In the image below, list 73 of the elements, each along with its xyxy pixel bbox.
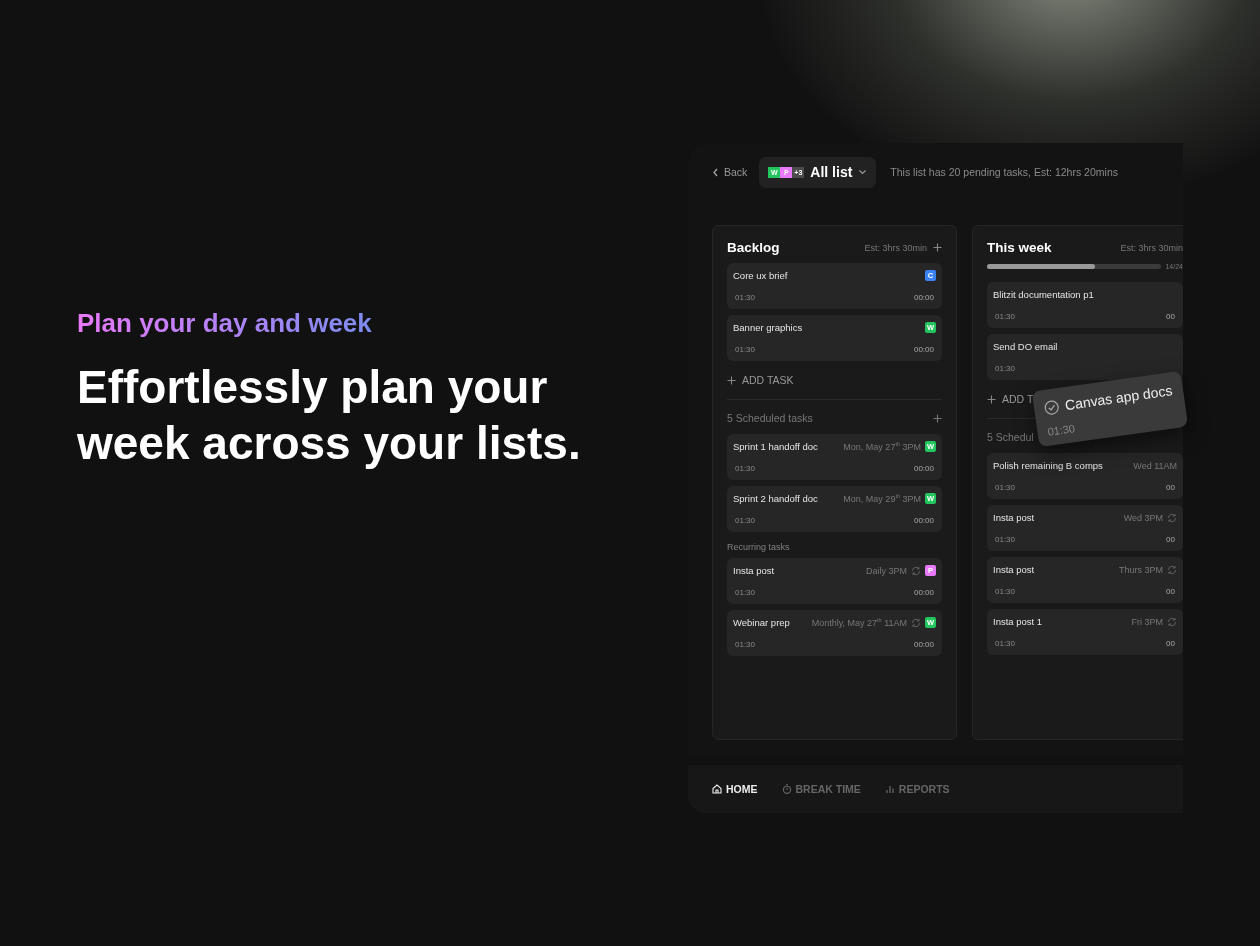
task-timer: 00:00 <box>913 464 934 473</box>
task-estimate: 01:30 <box>995 312 1016 321</box>
task-title: Sprint 2 handoff doc <box>733 493 819 504</box>
task-schedule: Daily 3PM <box>866 565 907 576</box>
task-title: Insta post <box>993 564 1036 575</box>
list-summary: This list has 20 pending tasks, Est: 12hrs 20mins <box>890 166 1118 178</box>
task-schedule: Wed 11AM <box>1133 460 1177 471</box>
column-title: Backlog <box>727 240 781 255</box>
add-task-button[interactable]: ADD T <box>987 392 1034 406</box>
task-timer: 00 <box>1166 312 1175 321</box>
column-title: This week <box>987 240 1053 255</box>
plus-icon[interactable] <box>933 243 942 252</box>
check-circle-icon <box>1043 398 1061 416</box>
task-estimate: 01:30 <box>735 588 756 597</box>
task-title: Send DO email <box>993 341 1059 352</box>
task-card[interactable]: Insta post Thurs 3PM 01:30 00 <box>987 557 1183 603</box>
task-timer: 00 <box>1166 483 1175 492</box>
task-title: Insta post 1 <box>993 616 1044 627</box>
task-title: Webinar prep <box>733 617 791 628</box>
task-card[interactable]: Insta post 1 Fri 3PM 01:30 00 <box>987 609 1183 655</box>
task-title: Core ux brief <box>733 270 789 281</box>
task-estimate: 01:30 <box>735 640 756 649</box>
task-timer: 00 <box>1166 535 1175 544</box>
task-schedule: Wed 3PM <box>1123 512 1163 523</box>
task-timer: 00 <box>1166 639 1175 648</box>
task-estimate: 01:30 <box>995 587 1016 596</box>
task-estimate: 01:30 <box>735 516 756 525</box>
task-card[interactable]: Polish remaining B comps Wed 11AM 01:30 00 <box>987 453 1183 499</box>
task-estimate: 01:30 <box>735 464 756 473</box>
task-timer: 00:00 <box>913 516 934 525</box>
task-card[interactable]: Send DO email 01:30 <box>987 334 1183 380</box>
task-estimate: 01:30 <box>995 483 1016 492</box>
chevron-left-icon <box>712 167 720 177</box>
section-heading: 5 Scheduled tasks <box>727 412 813 424</box>
task-estimate: 01:30 <box>995 535 1016 544</box>
task-timer: 00:00 <box>913 293 934 302</box>
chevron-down-icon <box>858 169 868 175</box>
task-estimate: 01:30 <box>995 639 1016 648</box>
task-title: Insta post <box>993 512 1036 523</box>
stopwatch-icon <box>781 784 792 794</box>
section-heading: 5 Schedul <box>987 431 1034 443</box>
section-heading: Recurring tasks <box>727 542 790 552</box>
home-icon <box>712 784 722 794</box>
plus-icon[interactable] <box>933 413 942 423</box>
task-schedule: Fri 3PM <box>1131 616 1163 627</box>
plus-icon <box>727 375 736 385</box>
task-timer: 00:00 <box>913 345 934 354</box>
add-task-button[interactable]: ADD TASK <box>727 373 794 387</box>
task-title: Canvas app docs <box>1063 382 1174 414</box>
task-schedule: Thurs 3PM <box>1119 564 1163 575</box>
task-card[interactable]: Blitzit documentation p1 01:30 00 <box>987 282 1183 328</box>
task-estimate: 01:30 <box>995 364 1016 373</box>
task-estimate: 01:30 <box>1046 421 1077 438</box>
task-estimate: 01:30 <box>735 293 756 302</box>
task-schedule: Mon, May 29$^{th}$ 3PM <box>843 493 921 504</box>
column-estimate: Est: 3hrs 30min <box>1120 242 1183 253</box>
task-title: Sprint 1 handoff doc <box>733 441 819 452</box>
back-link[interactable]: Back <box>712 166 748 178</box>
task-timer: 00:00 <box>913 640 934 649</box>
nav-tab[interactable]: HOME <box>712 783 758 795</box>
task-timer: 00:00 <box>913 588 934 597</box>
column-estimate: Est: 3hrs 30min <box>864 242 927 253</box>
task-title: Insta post <box>733 565 776 576</box>
task-card[interactable]: Insta post Wed 3PM 01:30 00 <box>987 505 1183 551</box>
task-estimate: 01:30 <box>735 345 756 354</box>
task-timer: 00 <box>1166 587 1175 596</box>
task-schedule: Mon, May 27$^{th}$ 3PM <box>843 441 921 452</box>
bar-chart-icon <box>884 784 895 794</box>
task-title: Banner graphics <box>733 322 804 333</box>
task-title: Polish remaining B comps <box>993 460 1104 471</box>
task-title: Blitzit documentation p1 <box>993 289 1095 300</box>
headline: Effortlessly plan your week across your lists. <box>77 360 582 471</box>
plus-icon <box>987 394 996 404</box>
